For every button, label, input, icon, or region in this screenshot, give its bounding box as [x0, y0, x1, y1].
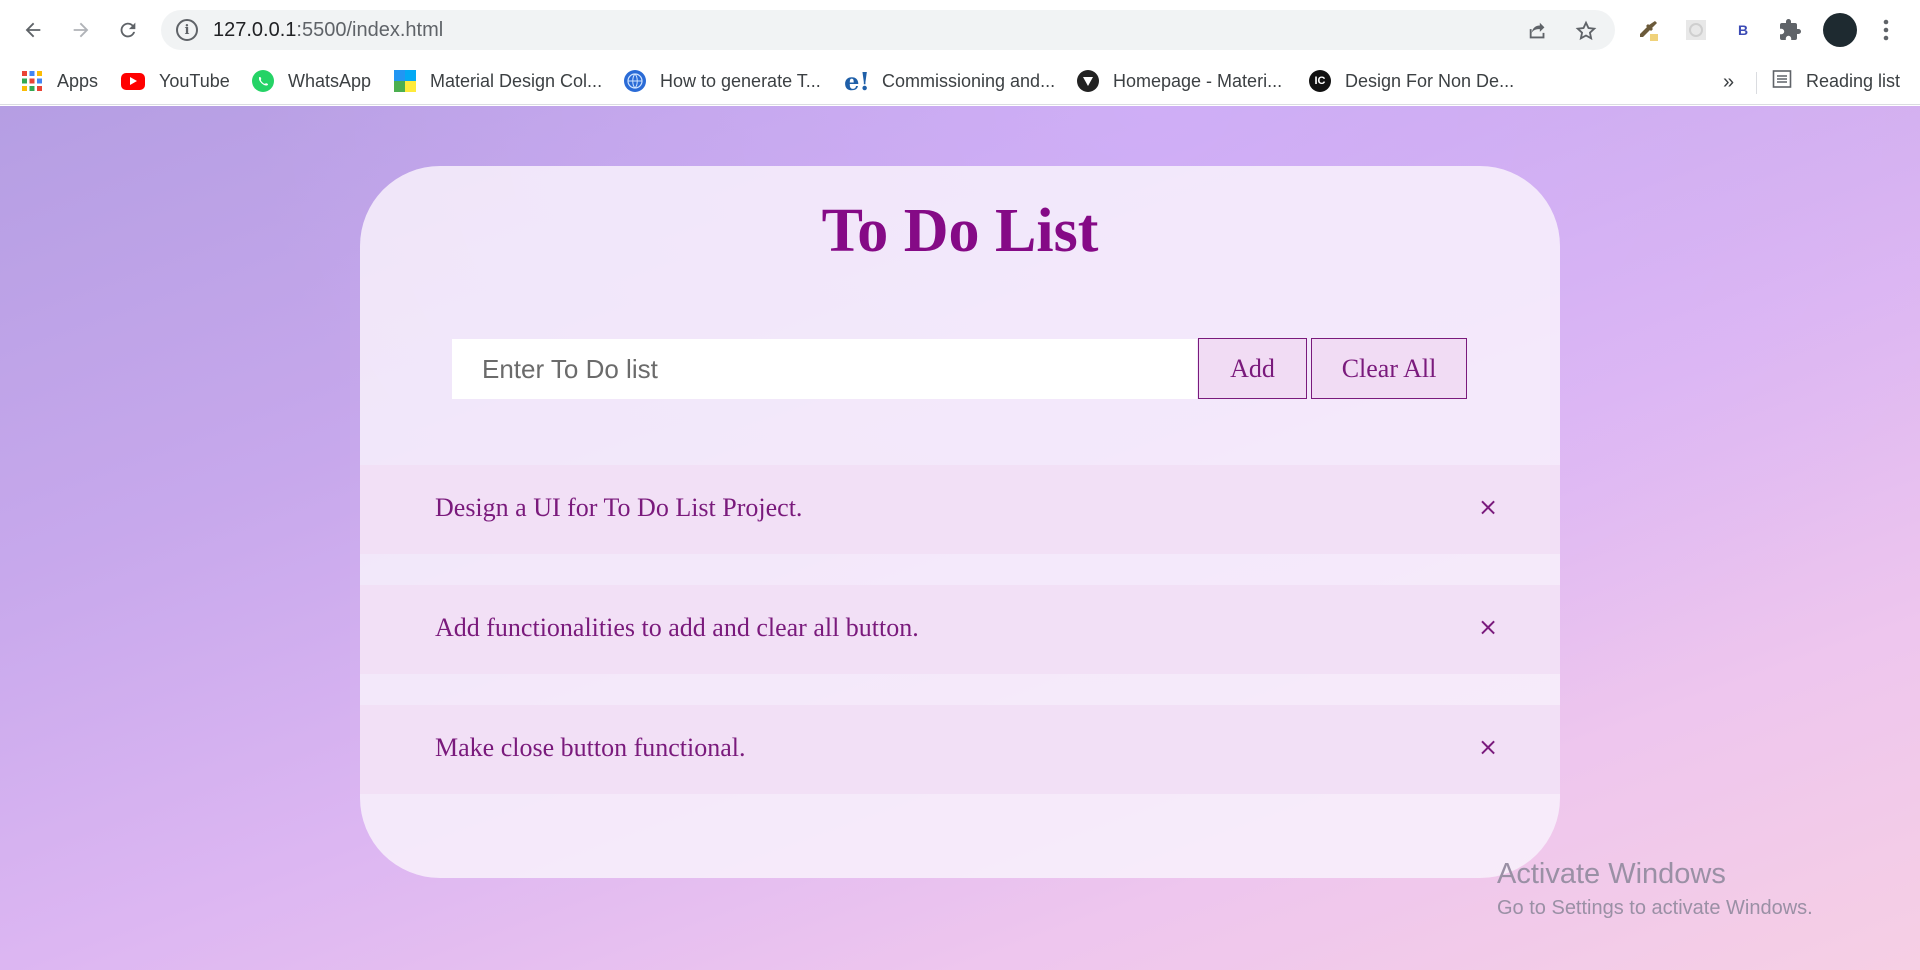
page-background: To Do List Add Clear All Design a UI for…: [0, 106, 1920, 970]
todo-item: Design a UI for To Do List Project. ×: [360, 465, 1560, 554]
watermark-subtitle: Go to Settings to activate Windows.: [1497, 897, 1813, 919]
bookmarks-overflow-button[interactable]: »: [1723, 71, 1734, 94]
reading-list-icon: [1772, 69, 1792, 94]
material-homepage-icon: [1077, 70, 1099, 92]
todo-text: Make close button functional.: [435, 733, 746, 762]
page-title: To Do List: [821, 197, 1099, 265]
close-icon[interactable]: ×: [1470, 609, 1506, 645]
url-host: 127.0.0.1: [213, 19, 297, 41]
bookmark-design-for-non-designers[interactable]: IC Design For Non De...: [1309, 66, 1514, 96]
bookmark-whatsapp[interactable]: WhatsApp: [252, 66, 371, 96]
design-icon: IC: [1309, 70, 1331, 92]
bookmark-star-icon[interactable]: [1571, 16, 1601, 46]
bookmark-label: Design For Non De...: [1345, 70, 1515, 91]
bookmark-apps[interactable]: Apps: [21, 66, 98, 96]
bookmark-label: WhatsApp: [288, 70, 372, 91]
reload-button[interactable]: [110, 12, 146, 48]
b-extension-icon[interactable]: B: [1725, 12, 1761, 48]
apps-grid-icon: [21, 70, 43, 92]
bookmarks-bar: Apps YouTube WhatsApp Material Design Co…: [0, 58, 1920, 105]
bookmark-material-design-colors[interactable]: Material Design Col...: [394, 66, 602, 96]
eyedropper-extension-icon[interactable]: [1630, 12, 1666, 48]
site-info-icon[interactable]: i: [176, 19, 198, 41]
todo-item: Add functionalities to add and clear all…: [360, 585, 1560, 674]
activate-windows-watermark: Activate Windows Go to Settings to activ…: [1497, 858, 1813, 920]
clear-all-button[interactable]: Clear All: [1311, 338, 1467, 399]
extensions-puzzle-icon[interactable]: [1772, 12, 1808, 48]
reading-list-button[interactable]: Reading list: [1772, 66, 1900, 96]
material-design-icon: [394, 70, 416, 92]
grey-extension-icon[interactable]: [1678, 12, 1714, 48]
todo-text: Design a UI for To Do List Project.: [435, 493, 803, 522]
e-icon: e!: [844, 66, 870, 96]
url-path: :5500/index.html: [296, 19, 444, 41]
bookmarks-divider: [1756, 72, 1757, 94]
reload-icon: [120, 22, 136, 38]
address-bar[interactable]: i 127.0.0.1:5500/index.html: [161, 10, 1615, 50]
todo-card: To Do List Add Clear All Design a UI for…: [360, 166, 1560, 878]
bookmark-how-to-generate[interactable]: How to generate T...: [624, 66, 821, 96]
chrome-menu-icon[interactable]: [1868, 12, 1904, 48]
reading-list-label: Reading list: [1806, 70, 1901, 91]
bookmark-label: YouTube: [159, 70, 230, 91]
share-icon[interactable]: [1523, 16, 1553, 46]
todo-item: Make close button functional. ×: [360, 705, 1560, 794]
bookmark-label: Homepage - Materi...: [1113, 70, 1283, 91]
bookmark-youtube[interactable]: YouTube: [121, 66, 230, 96]
bookmark-label: How to generate T...: [660, 70, 821, 91]
whatsapp-icon: [252, 70, 274, 92]
back-button[interactable]: [15, 12, 51, 48]
url-text[interactable]: 127.0.0.1:5500/index.html: [213, 19, 443, 42]
browser-toolbar: i 127.0.0.1:5500/index.html B: [0, 0, 1920, 58]
profile-avatar[interactable]: [1823, 13, 1857, 47]
globe-icon: [624, 70, 646, 92]
close-icon[interactable]: ×: [1470, 489, 1506, 525]
bookmark-commissioning[interactable]: e! Commissioning and...: [844, 66, 1056, 96]
watermark-title: Activate Windows: [1497, 858, 1726, 890]
close-icon[interactable]: ×: [1470, 729, 1506, 765]
back-arrow-icon: [25, 22, 41, 38]
bookmark-homepage-material[interactable]: Homepage - Materi...: [1077, 66, 1282, 96]
bookmark-label: Commissioning and...: [882, 70, 1056, 91]
todo-text: Add functionalities to add and clear all…: [435, 613, 919, 642]
forward-button[interactable]: [63, 12, 99, 48]
bookmark-label: Apps: [57, 70, 99, 91]
todo-input[interactable]: [452, 339, 1197, 399]
youtube-icon: [121, 72, 145, 90]
bookmark-label: Material Design Col...: [430, 70, 603, 91]
forward-arrow-icon: [73, 22, 89, 38]
add-button[interactable]: Add: [1198, 338, 1307, 399]
